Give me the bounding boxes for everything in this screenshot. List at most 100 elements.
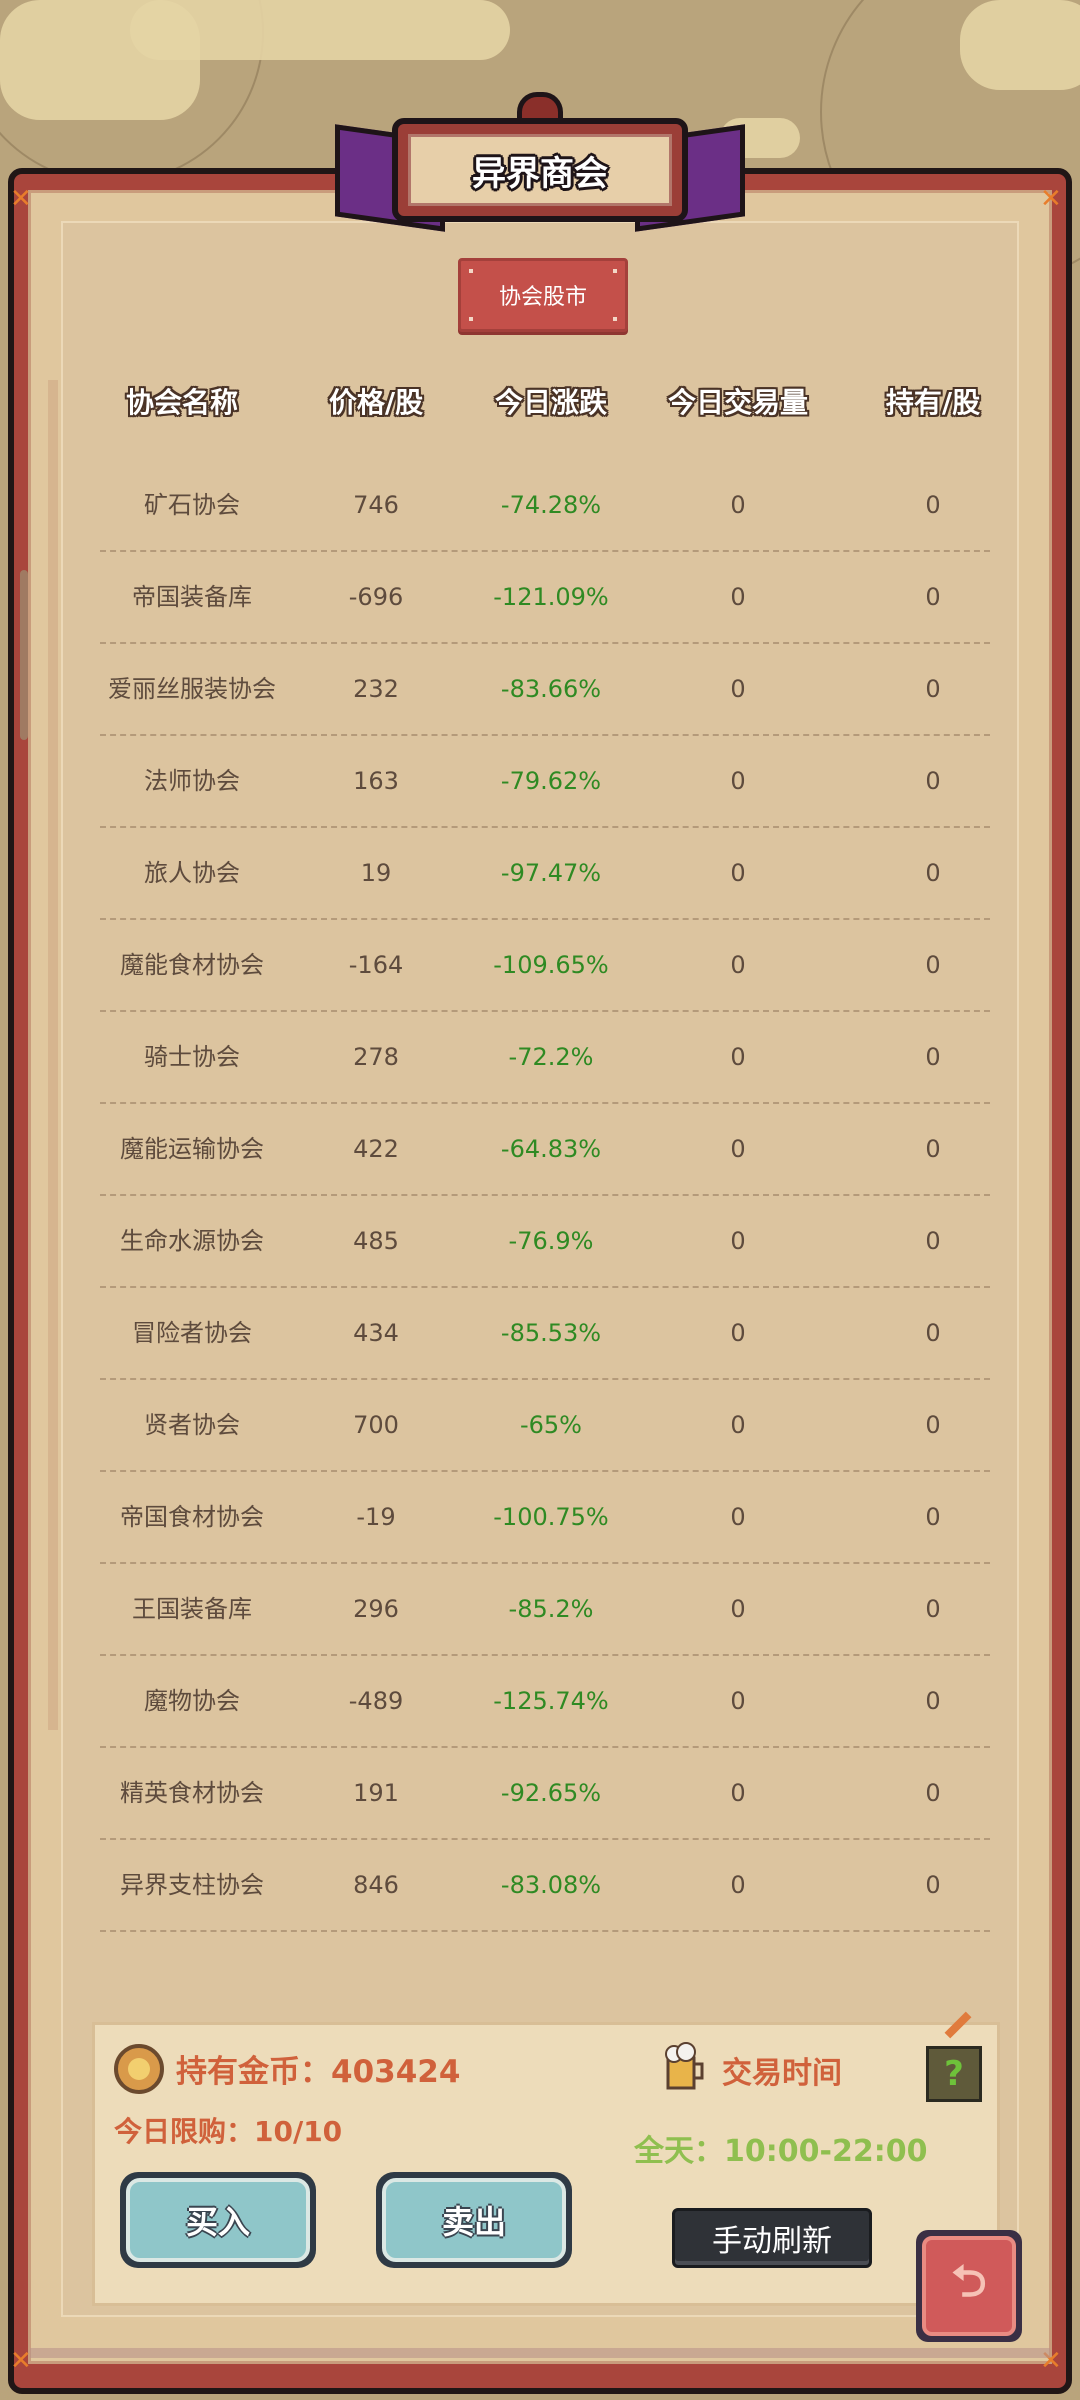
price: 232 bbox=[353, 675, 399, 703]
change: -121.09% bbox=[493, 583, 609, 611]
header-change: 今日涨跌 bbox=[494, 386, 607, 419]
buy-button[interactable]: 买入 bbox=[120, 2172, 316, 2268]
table-row[interactable]: 魔能运输协会 422 -64.83% 0 0 bbox=[100, 1104, 990, 1196]
table-row[interactable]: 精英食材协会 191 -92.65% 0 0 bbox=[100, 1748, 990, 1840]
volume: 0 bbox=[730, 1043, 746, 1071]
page-title: 异界商会 bbox=[472, 153, 608, 194]
volume: 0 bbox=[730, 491, 746, 519]
price: -489 bbox=[348, 1687, 404, 1715]
holding: 0 bbox=[925, 1043, 941, 1071]
change: -64.83% bbox=[500, 1135, 602, 1163]
price: 19 bbox=[360, 859, 392, 887]
change: -76.9% bbox=[508, 1227, 594, 1255]
corner-ornament-icon: ✕ bbox=[10, 2346, 32, 2376]
change: -74.28% bbox=[500, 491, 602, 519]
corner-ornament-icon: ✕ bbox=[1040, 184, 1062, 214]
change: -92.65% bbox=[500, 1779, 602, 1807]
guild-name: 异界支柱协会 bbox=[120, 1871, 264, 1899]
holding: 0 bbox=[925, 1871, 941, 1899]
guild-name: 魔物协会 bbox=[144, 1687, 240, 1715]
guild-name: 魔能运输协会 bbox=[120, 1135, 264, 1163]
guild-name: 魔能食材协会 bbox=[120, 951, 264, 979]
gold-balance: 持有金币：403424 bbox=[176, 2054, 461, 2090]
scroll-track bbox=[48, 380, 58, 1730]
table-row[interactable]: 爱丽丝服装协会 232 -83.66% 0 0 bbox=[100, 644, 990, 736]
table-row[interactable]: 旅人协会 19 -97.47% 0 0 bbox=[100, 828, 990, 920]
volume: 0 bbox=[730, 1411, 746, 1439]
guild-name: 爱丽丝服装协会 bbox=[108, 675, 276, 703]
price: 846 bbox=[353, 1871, 399, 1899]
trade-time-value: 全天：10:00-22:00 bbox=[634, 2134, 928, 2169]
header-volume: 今日交易量 bbox=[667, 386, 808, 419]
sell-label: 卖出 bbox=[441, 2203, 506, 2241]
tab-guild-stock-market[interactable]: 协会股市 bbox=[458, 258, 628, 332]
table-row[interactable]: 魔物协会 -489 -125.74% 0 0 bbox=[100, 1656, 990, 1748]
holding: 0 bbox=[925, 1411, 941, 1439]
table-row[interactable]: 王国装备库 296 -85.2% 0 0 bbox=[100, 1564, 990, 1656]
daily-purchase-limit: 今日限购：10/10 bbox=[114, 2115, 343, 2148]
header-guild-name: 协会名称 bbox=[125, 386, 238, 419]
table-row[interactable]: 帝国装备库 -696 -121.09% 0 0 bbox=[100, 552, 990, 644]
volume: 0 bbox=[730, 1503, 746, 1531]
change: -100.75% bbox=[493, 1503, 609, 1531]
price: 422 bbox=[353, 1135, 399, 1163]
guild-name: 帝国食材协会 bbox=[120, 1503, 264, 1531]
mug-icon bbox=[665, 2042, 704, 2090]
price: 434 bbox=[353, 1319, 399, 1347]
guild-name: 旅人协会 bbox=[144, 859, 240, 887]
change: -97.47% bbox=[500, 859, 602, 887]
gold-coin-icon bbox=[114, 2044, 164, 2094]
back-button[interactable]: ⮌ bbox=[916, 2230, 1022, 2342]
table-row[interactable]: 冒险者协会 434 -85.53% 0 0 bbox=[100, 1288, 990, 1380]
holding: 0 bbox=[925, 583, 941, 611]
price: -19 bbox=[356, 1503, 396, 1531]
guild-name: 王国装备库 bbox=[132, 1595, 252, 1623]
sell-button[interactable]: 卖出 bbox=[376, 2172, 572, 2268]
table-row[interactable]: 矿石协会 746 -74.28% 0 0 bbox=[100, 460, 990, 552]
table-row[interactable]: 异界支柱协会 846 -83.08% 0 0 bbox=[100, 1840, 990, 1932]
price: -164 bbox=[348, 951, 404, 979]
guild-name: 帝国装备库 bbox=[132, 583, 252, 611]
table-row[interactable]: 法师协会 163 -79.62% 0 0 bbox=[100, 736, 990, 828]
holding: 0 bbox=[925, 675, 941, 703]
table-row[interactable]: 帝国食材协会 -19 -100.75% 0 0 bbox=[100, 1472, 990, 1564]
volume: 0 bbox=[730, 1687, 746, 1715]
holding: 0 bbox=[925, 1779, 941, 1807]
volume: 0 bbox=[730, 1595, 746, 1623]
change: -83.66% bbox=[500, 675, 602, 703]
volume: 0 bbox=[730, 583, 746, 611]
table-row[interactable]: 贤者协会 700 -65% 0 0 bbox=[100, 1380, 990, 1472]
guild-name: 精英食材协会 bbox=[120, 1779, 264, 1807]
change: -83.08% bbox=[500, 1871, 602, 1899]
price: 191 bbox=[353, 1779, 399, 1807]
title-banner: 异界商会 bbox=[392, 118, 688, 222]
volume: 0 bbox=[730, 1227, 746, 1255]
change: -72.2% bbox=[508, 1043, 594, 1071]
help-button[interactable]: ? bbox=[926, 2046, 982, 2102]
manual-refresh-button[interactable]: 手动刷新 bbox=[672, 2208, 872, 2268]
back-arrow-icon: ⮌ bbox=[951, 2255, 987, 2307]
holding: 0 bbox=[925, 491, 941, 519]
volume: 0 bbox=[730, 767, 746, 795]
tab-label: 协会股市 bbox=[498, 285, 587, 310]
question-icon: ? bbox=[944, 2054, 964, 2094]
trade-time-label: 交易时间 bbox=[722, 2056, 842, 2091]
scrollbar-thumb[interactable] bbox=[20, 570, 28, 740]
change: -65% bbox=[519, 1411, 582, 1439]
refresh-label: 手动刷新 bbox=[712, 2224, 832, 2259]
guild-name: 冒险者协会 bbox=[132, 1319, 252, 1347]
price: 746 bbox=[353, 491, 399, 519]
guild-name: 法师协会 bbox=[144, 767, 240, 795]
volume: 0 bbox=[730, 675, 746, 703]
table-row[interactable]: 生命水源协会 485 -76.9% 0 0 bbox=[100, 1196, 990, 1288]
volume: 0 bbox=[730, 1871, 746, 1899]
price: 700 bbox=[353, 1411, 399, 1439]
price: -696 bbox=[348, 583, 404, 611]
price: 485 bbox=[353, 1227, 399, 1255]
volume: 0 bbox=[730, 1135, 746, 1163]
volume: 0 bbox=[730, 1779, 746, 1807]
table-row[interactable]: 骑士协会 278 -72.2% 0 0 bbox=[100, 1012, 990, 1104]
holding: 0 bbox=[925, 859, 941, 887]
buy-label: 买入 bbox=[185, 2203, 250, 2241]
table-row[interactable]: 魔能食材协会 -164 -109.65% 0 0 bbox=[100, 920, 990, 1012]
